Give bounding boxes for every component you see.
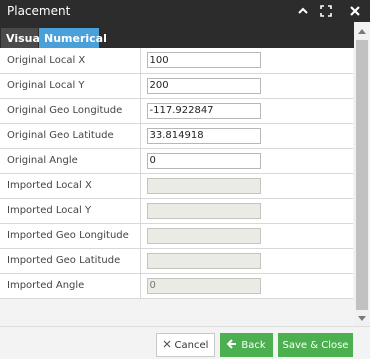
field-label: Imported Geo Longitude: [0, 223, 141, 249]
dialog-footer: Cancel Back Save & Close: [0, 326, 370, 359]
save-close-label: Save & Close: [282, 339, 349, 351]
back-button[interactable]: Back: [220, 333, 273, 357]
scroll-down-icon[interactable]: [354, 312, 370, 326]
field-value-cell: [140, 148, 353, 174]
collapse-up-icon[interactable]: [294, 2, 312, 20]
field-input: [146, 227, 261, 244]
table-row: Imported Local Y: [0, 198, 353, 224]
field-value-cell: [140, 198, 353, 224]
table-row: Imported Geo Longitude: [0, 223, 353, 249]
vertical-scrollbar[interactable]: [354, 22, 370, 326]
field-label: Original Geo Latitude: [0, 123, 141, 149]
field-value-cell: [140, 273, 353, 299]
table-row: Original Local Y: [0, 73, 353, 99]
field-value-cell: [140, 248, 353, 274]
field-label: Original Angle: [0, 148, 141, 174]
field-value-cell: [140, 73, 353, 99]
scrollbar-thumb[interactable]: [356, 40, 368, 310]
table-row: Imported Angle: [0, 273, 353, 299]
field-input[interactable]: [146, 52, 261, 69]
field-value-cell: [140, 173, 353, 199]
field-value-cell: [140, 223, 353, 249]
field-input: [146, 277, 261, 294]
table-row: Imported Geo Latitude: [0, 248, 353, 274]
field-label: Imported Local X: [0, 173, 141, 199]
field-input[interactable]: [146, 127, 261, 144]
field-label: Imported Local Y: [0, 198, 141, 224]
x-icon: [163, 340, 171, 351]
field-value-cell: [140, 48, 353, 74]
tab-numerical[interactable]: Numerical: [39, 28, 107, 48]
back-label: Back: [241, 339, 266, 351]
cancel-label: Cancel: [174, 339, 209, 351]
table-row: Imported Local X: [0, 173, 353, 199]
field-input: [146, 252, 261, 269]
tab-bar: Visual Numerical: [0, 22, 370, 70]
cancel-button[interactable]: Cancel: [156, 333, 215, 357]
close-icon[interactable]: [346, 2, 364, 20]
tab-visual[interactable]: Visual: [1, 28, 44, 48]
field-label: Imported Angle: [0, 273, 141, 299]
field-label: Original Geo Longitude: [0, 98, 141, 124]
field-label: Original Local X: [0, 48, 141, 74]
field-value-cell: [140, 123, 353, 149]
field-input[interactable]: [146, 102, 261, 119]
table-row: Original Geo Longitude: [0, 98, 353, 124]
table-row: Original Angle: [0, 148, 353, 174]
scroll-up-icon[interactable]: [354, 24, 370, 38]
save-and-close-button[interactable]: Save & Close: [278, 333, 353, 357]
field-input[interactable]: [146, 77, 261, 94]
numerical-panel: Original Local XOriginal Local YOriginal…: [0, 48, 354, 326]
table-row: Original Local X: [0, 48, 353, 74]
dialog-title: Placement: [7, 4, 71, 18]
field-input[interactable]: [146, 152, 261, 169]
field-value-cell: [140, 98, 353, 124]
properties-table: Original Local XOriginal Local YOriginal…: [0, 48, 353, 299]
placement-dialog: Placement Visual Numerical Original Loca…: [0, 0, 370, 359]
field-input: [146, 202, 261, 219]
table-row: Original Geo Latitude: [0, 123, 353, 149]
maximize-icon[interactable]: [317, 2, 335, 20]
arrow-left-icon: [226, 338, 237, 352]
field-label: Original Local Y: [0, 73, 141, 99]
title-bar[interactable]: Placement: [0, 0, 370, 22]
field-input: [146, 177, 261, 194]
field-label: Imported Geo Latitude: [0, 248, 141, 274]
